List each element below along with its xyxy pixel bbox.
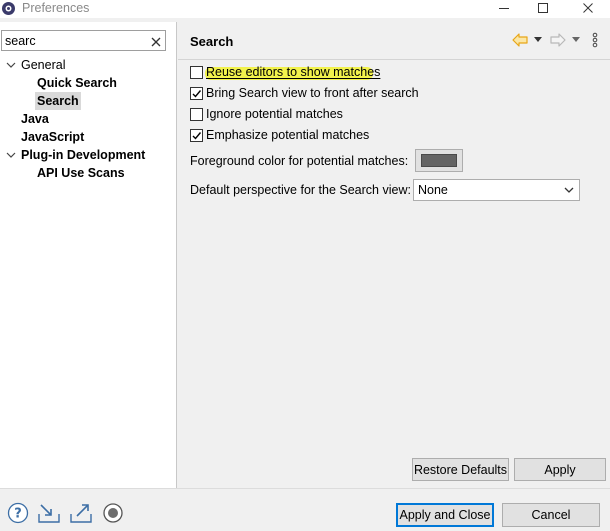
header-divider	[178, 59, 610, 60]
tree-item-api-use-scans[interactable]: API Use Scans	[0, 164, 170, 182]
eclipse-app-icon	[1, 1, 16, 16]
tree-item-label: Quick Search	[37, 76, 117, 90]
page-header: Search	[178, 22, 610, 59]
bring-search-view-checkbox[interactable]: Bring Search view to front after search	[190, 84, 450, 102]
tree-item-java[interactable]: Java	[0, 110, 170, 128]
checkbox-label: Reuse editors to show matches	[206, 65, 381, 79]
import-icon[interactable]	[37, 501, 61, 525]
tree-item-plugin-development[interactable]: Plug-in Development	[0, 146, 170, 164]
maximize-button[interactable]	[523, 0, 563, 16]
tree-item-label: API Use Scans	[37, 166, 125, 180]
footer-divider	[0, 488, 610, 489]
tree-item-label: Plug-in Development	[21, 148, 146, 162]
chevron-down-icon[interactable]	[6, 146, 18, 164]
perspective-selected-value: None	[418, 183, 448, 197]
ignore-potential-matches-checkbox[interactable]: Ignore potential matches	[190, 105, 450, 123]
restore-defaults-button[interactable]: Restore Defaults	[412, 458, 509, 481]
clear-filter-icon[interactable]	[151, 32, 161, 50]
tree-item-label: General	[21, 58, 66, 72]
title-bar: Preferences	[0, 0, 610, 18]
tree-item-general[interactable]: General	[0, 56, 170, 74]
preference-page: Search Reuse editors to show matches Bri…	[178, 22, 610, 488]
apply-button[interactable]: Apply	[514, 458, 606, 481]
export-icon[interactable]	[69, 501, 93, 525]
tree-item-javascript[interactable]: JavaScript	[0, 128, 170, 146]
forward-menu-dropdown-icon[interactable]	[572, 32, 580, 48]
svg-text:?: ?	[14, 507, 22, 522]
page-title: Search	[190, 34, 234, 49]
view-menu-icon[interactable]	[592, 32, 598, 48]
chevron-down-icon[interactable]	[6, 56, 18, 74]
preferences-tree-panel: searc General Quick Search Search Java J…	[0, 22, 177, 488]
filter-input[interactable]: searc	[1, 30, 166, 51]
filter-text: searc	[5, 34, 36, 48]
checkbox-label: Bring Search view to front after search	[206, 86, 419, 100]
record-icon[interactable]	[101, 501, 125, 525]
checkbox-box[interactable]	[190, 87, 203, 100]
checkbox-box[interactable]	[190, 129, 203, 142]
apply-and-close-button[interactable]: Apply and Close	[396, 503, 494, 527]
forward-arrow-icon[interactable]	[550, 32, 566, 48]
color-swatch	[421, 154, 457, 167]
checkbox-label: Emphasize potential matches	[206, 128, 370, 142]
reuse-editors-checkbox[interactable]: Reuse editors to show matches	[190, 63, 450, 81]
window-title: Preferences	[22, 1, 90, 15]
tree-item-label: Search	[35, 92, 81, 110]
chevron-down-icon[interactable]	[563, 184, 575, 199]
checkbox-box[interactable]	[190, 108, 203, 121]
foreground-color-button[interactable]	[415, 149, 463, 172]
tree-item-label: JavaScript	[21, 130, 85, 144]
emphasize-potential-matches-checkbox[interactable]: Emphasize potential matches	[190, 126, 450, 144]
tree-item-quick-search[interactable]: Quick Search	[0, 74, 170, 92]
help-icon[interactable]: ?	[6, 501, 30, 525]
back-arrow-icon[interactable]	[512, 32, 528, 48]
cancel-button[interactable]: Cancel	[502, 503, 600, 527]
default-perspective-label: Default perspective for the Search view:	[190, 183, 411, 197]
close-button[interactable]	[568, 0, 608, 16]
tree-item-search[interactable]: Search	[0, 92, 170, 110]
tree-item-label: Java	[21, 112, 49, 126]
default-perspective-select[interactable]: None	[413, 179, 580, 201]
checkbox-box[interactable]	[190, 66, 203, 79]
minimize-button[interactable]	[484, 0, 524, 16]
back-menu-dropdown-icon[interactable]	[534, 32, 542, 48]
foreground-color-label: Foreground color for potential matches:	[190, 154, 409, 168]
checkbox-label: Ignore potential matches	[206, 107, 343, 121]
